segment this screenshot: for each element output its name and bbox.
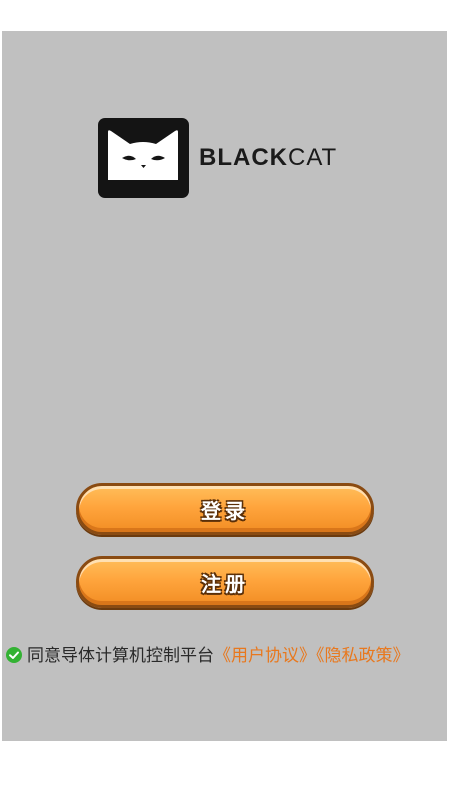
agreement-text: 同意导体计算机控制平台 [27,646,214,666]
login-panel [2,31,447,741]
brand-name-regular: CAT [288,144,338,171]
brand-name: BLACKCAT [199,143,337,173]
brand-name-bold: BLACK [199,144,288,171]
user-agreement-link[interactable]: 《用户协议》 [214,646,316,666]
app-screen: BLACKCAT 登录 注册 同意导体计算机控制平台《用户协议》《隐私政策》 [0,0,449,800]
black-cat-logo [98,118,189,198]
register-button-label: 注册 [201,571,249,596]
register-button[interactable]: 注册 [76,556,374,608]
agreement-row: 同意导体计算机控制平台《用户协议》《隐私政策》 [6,646,447,667]
agreement-checkbox[interactable] [6,647,22,663]
login-button[interactable]: 登录 [76,483,374,535]
login-button-label: 登录 [201,498,249,523]
privacy-policy-link[interactable]: 《隐私政策》 [316,646,410,666]
check-icon [9,651,19,659]
cat-face-icon [108,130,178,180]
